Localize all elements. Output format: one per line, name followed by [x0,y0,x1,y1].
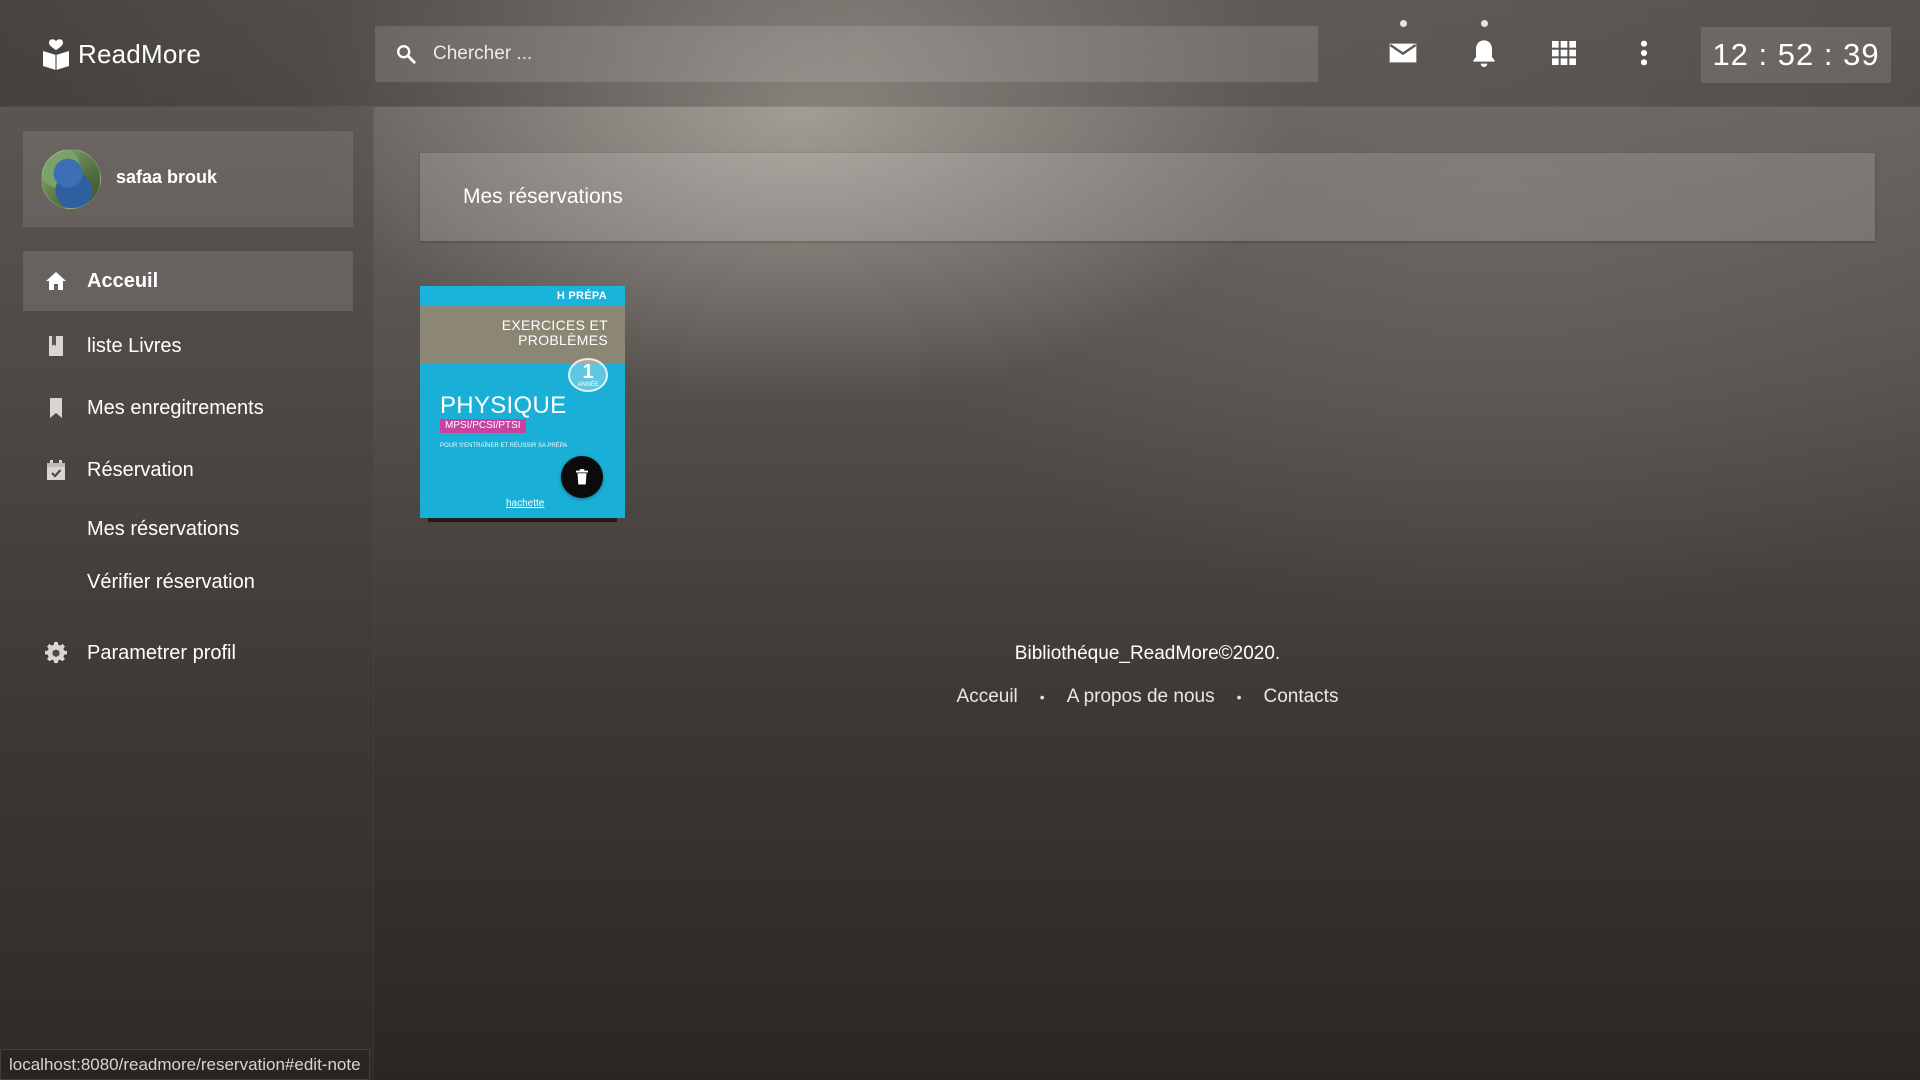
sidebar-item-parametrer-profil[interactable]: Parametrer profil [23,623,353,683]
top-bar: ReadMore Chercher ... 12: 52: 39 [0,0,1920,107]
bell-icon [1473,40,1495,67]
cover-top-strip: H PRÉPA [420,286,625,306]
mail-icon [1389,43,1417,63]
sidebar-subitem-verifier-reservation[interactable]: Vérifier réservation [87,564,255,600]
sidebar-item-reservation[interactable]: Réservation [23,440,353,500]
sidebar-item-label: Parametrer profil [87,641,236,664]
sidebar-item-label: Réservation [87,458,194,481]
more-vert-icon [1640,40,1648,66]
cover-year-badge: 1 ANNÉE [568,358,608,392]
open-book-heart-icon [43,39,69,70]
footer-link-a-propos[interactable]: A propos de nous [1067,686,1215,708]
footer-separator: • [1236,689,1242,705]
sidebar-item-label: liste Livres [87,334,182,357]
footer-link-acceuil[interactable]: Acceuil [957,686,1018,708]
cover-tag: MPSI/PCSI/PTSI [440,419,526,433]
sidebar-item-label: Acceuil [87,269,159,292]
reservation-book-card[interactable]: H PRÉPA EXERCICES ET PROBLÈMES 1 ANNÉE P… [420,286,625,522]
footer-links: Acceuil • A propos de nous • Contacts [420,684,1875,710]
search-input[interactable] [433,26,1293,82]
sidebar-subitem-mes-reservations[interactable]: Mes réservations [87,511,239,547]
book-icon [43,333,69,359]
calendar-check-icon [43,457,69,483]
avatar [41,149,101,209]
trash-icon [576,469,588,485]
brand[interactable]: ReadMore [42,36,201,72]
bookmark-icon [43,395,69,421]
mail-button[interactable] [1385,35,1421,71]
mail-unread-dot [1400,20,1407,27]
page-title: Mes réservations [463,185,623,208]
search-bar [375,26,1318,82]
notifications-button[interactable] [1466,35,1502,71]
search-icon [397,45,416,64]
apps-grid-icon [1552,41,1576,65]
footer-copyright: Bibliothéque_ReadMore©2020. [1014,643,1281,664]
cover-subtitle: EXERCICES ET PROBLÈMES [501,317,608,348]
page-header: Mes réservations [420,153,1875,241]
sidebar-item-liste-livres[interactable]: liste Livres [23,316,353,376]
apps-button[interactable] [1546,35,1582,71]
brand-name: ReadMore [78,38,201,69]
sidebar: safaa brouk Acceuil liste Livres Mes enr… [0,107,374,1080]
gear-icon [43,640,69,666]
footer-link-contacts[interactable]: Contacts [1263,686,1338,708]
delete-reservation-button[interactable] [561,456,603,498]
user-profile-card[interactable]: safaa brouk [23,131,353,227]
sidebar-item-label: Mes enregitrements [87,396,264,419]
cover-series: H PRÉPA [556,290,607,302]
more-options-button[interactable] [1626,35,1662,71]
cover-blurb: POUR S'ENTRAÎNER ET RÉUSSIR SA PRÉPA [440,443,568,449]
sidebar-item-acceuil[interactable]: Acceuil [23,251,353,311]
notification-dot [1481,20,1488,27]
cover-publisher: hachette [506,498,545,509]
cover-badge-text: ANNÉE [577,382,599,388]
cover-badge-number: 1 [582,361,594,383]
user-name: safaa brouk [116,167,218,187]
clock: 12 : 52 : 39 [1701,27,1891,83]
cover-title: PHYSIQUE [440,392,567,419]
book-cover[interactable]: H PRÉPA EXERCICES ET PROBLÈMES 1 ANNÉE P… [420,286,625,518]
sidebar-item-mes-enregitrements[interactable]: Mes enregitrements [23,378,353,438]
footer-separator: • [1039,689,1045,705]
home-icon [43,268,69,294]
browser-status-bar: localhost:8080/readmore/reservation#edit… [0,1049,370,1080]
